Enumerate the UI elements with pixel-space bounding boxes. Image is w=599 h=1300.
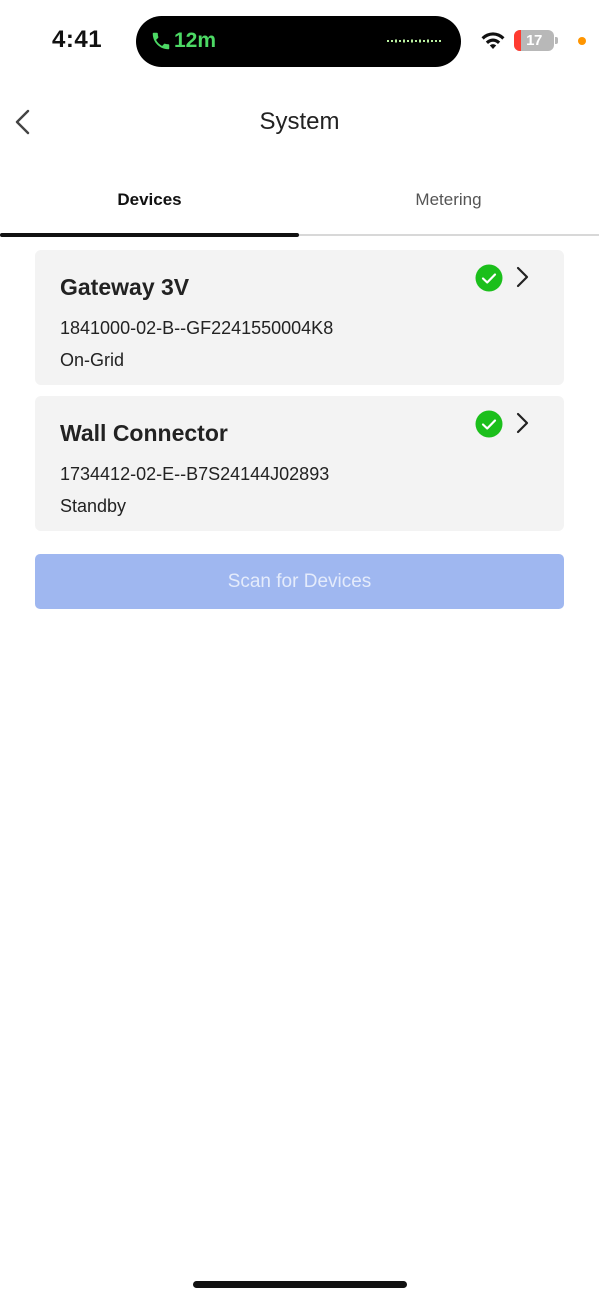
battery-tip bbox=[555, 37, 558, 44]
device-status: Standby bbox=[60, 496, 127, 516]
tab-metering[interactable]: Metering bbox=[299, 190, 598, 210]
device-card-gateway[interactable]: Gateway 3V 1841000-02-B--GF2241550004K8 … bbox=[35, 250, 564, 385]
device-serial: 1734412-02-E--B7S24144J02893 bbox=[60, 464, 330, 484]
device-status: On-Grid bbox=[60, 350, 125, 370]
page-title: System bbox=[259, 108, 340, 135]
tab-active-indicator bbox=[0, 233, 299, 237]
scan-for-devices-button[interactable]: Scan for Devices bbox=[35, 554, 564, 609]
tab-devices[interactable]: Devices bbox=[0, 190, 299, 210]
privacy-dot bbox=[578, 37, 586, 45]
device-card-wall-connector[interactable]: Wall Connector 1734412-02-E--B7S24144J02… bbox=[35, 396, 564, 531]
wifi-icon bbox=[481, 32, 505, 49]
device-name: Gateway 3V bbox=[60, 274, 190, 300]
device-name: Wall Connector bbox=[60, 420, 228, 446]
battery-icon: 17 bbox=[514, 30, 554, 51]
waveform-icon bbox=[387, 39, 441, 43]
dynamic-island[interactable]: 12m bbox=[136, 16, 461, 67]
status-time: 4:41 bbox=[52, 26, 103, 53]
chevron-right-icon[interactable] bbox=[513, 410, 531, 436]
phone-icon bbox=[152, 32, 170, 50]
check-circle-icon bbox=[475, 264, 503, 292]
check-circle-icon bbox=[475, 410, 503, 438]
device-serial: 1841000-02-B--GF2241550004K8 bbox=[60, 318, 334, 338]
battery-level: 17 bbox=[526, 32, 542, 49]
home-indicator[interactable] bbox=[193, 1281, 407, 1288]
call-timer: 12m bbox=[174, 29, 217, 52]
chevron-right-icon[interactable] bbox=[513, 264, 531, 290]
